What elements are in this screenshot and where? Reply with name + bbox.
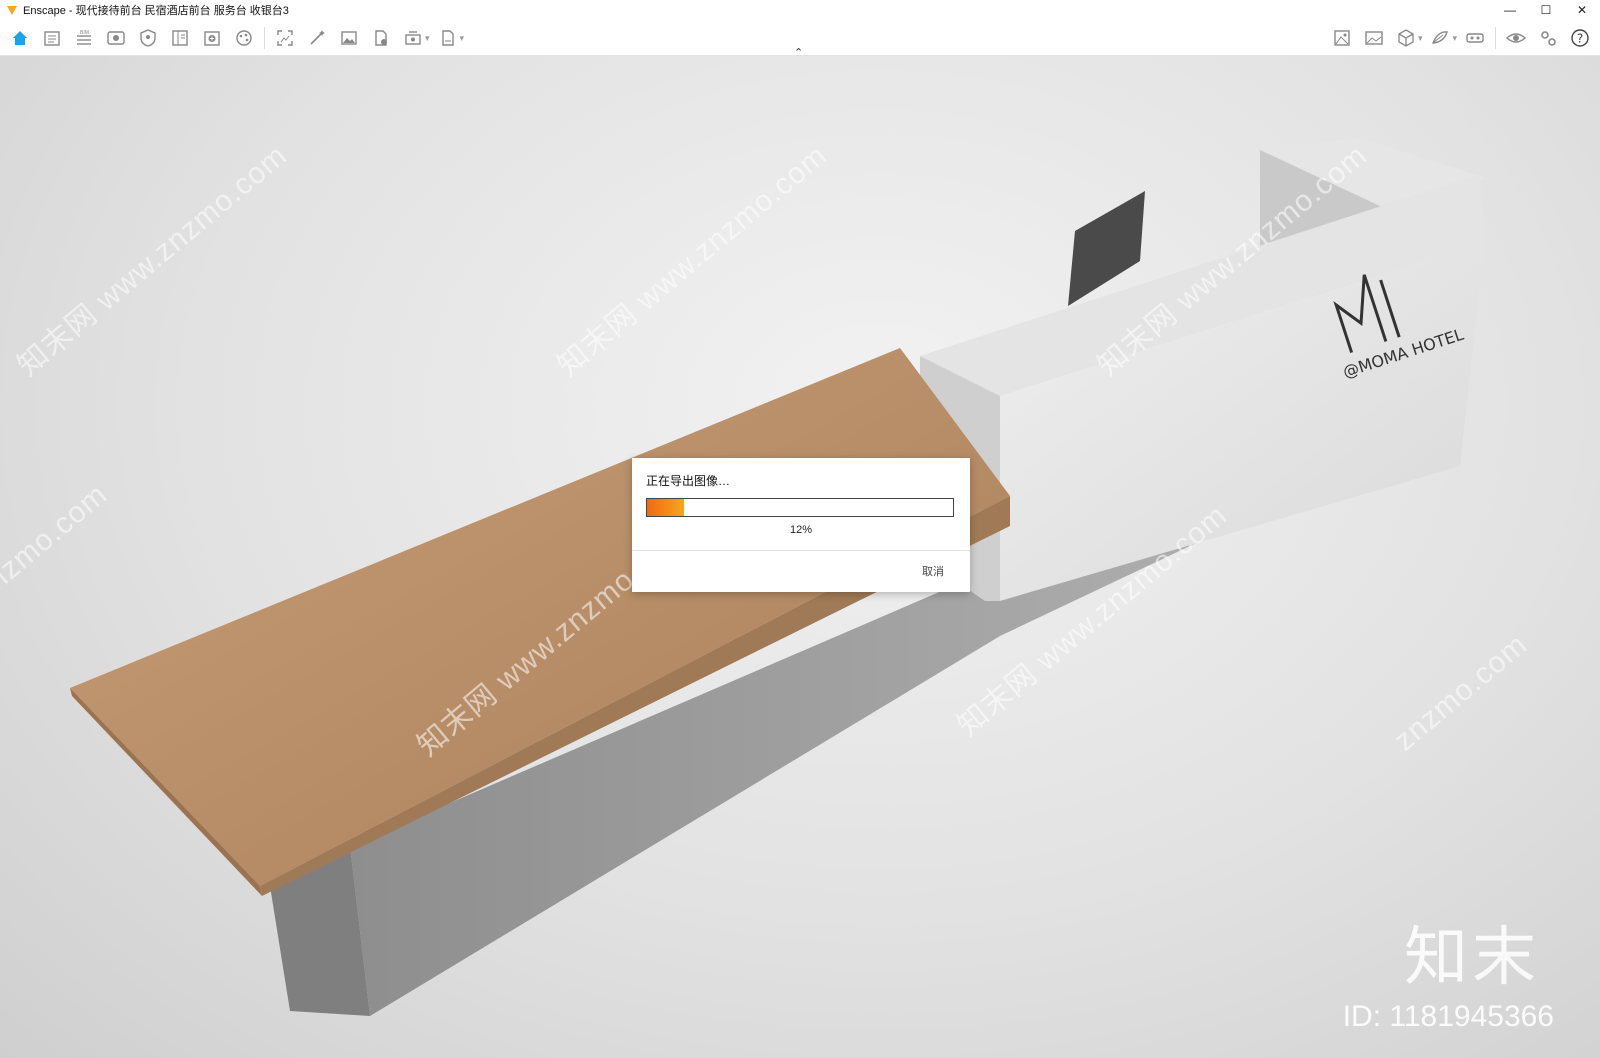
- bim-icon[interactable]: BIM: [73, 27, 95, 49]
- add-view-icon[interactable]: [201, 27, 223, 49]
- toolbar-separator: [1495, 27, 1496, 49]
- toolbar: BIM ▾ ▾ ⌃ ▾ ▾ ?: [0, 20, 1600, 59]
- title-bar: Enscape - 现代接待前台 民宿酒店前台 服务台 收银台3 — ☐ ✕: [0, 0, 1600, 20]
- magic-icon[interactable]: [306, 27, 328, 49]
- export-progress-dialog: 正在导出图像… 12% 取消: [632, 458, 970, 592]
- export-file-icon[interactable]: [370, 27, 392, 49]
- close-button[interactable]: ✕: [1564, 0, 1600, 20]
- shield-icon[interactable]: [137, 27, 159, 49]
- image-icon[interactable]: [338, 27, 360, 49]
- progress-percent: 12%: [789, 524, 813, 536]
- minimize-button[interactable]: —: [1492, 0, 1528, 20]
- settings-icon[interactable]: [1537, 27, 1559, 49]
- asset-library-icon[interactable]: [1331, 27, 1353, 49]
- progress-bar-fill: [647, 499, 684, 516]
- cube-icon[interactable]: [1395, 27, 1417, 49]
- maximize-button[interactable]: ☐: [1528, 0, 1564, 20]
- toolbar-right-group: ▾ ▾ ?: [1326, 20, 1596, 56]
- sheet-icon[interactable]: [41, 27, 63, 49]
- enscape-logo-icon: [7, 6, 17, 15]
- svg-text:?: ?: [1577, 32, 1583, 46]
- brand-id: ID: 1181945366: [1342, 1000, 1554, 1033]
- chevron-down-icon[interactable]: ▾: [1418, 33, 1423, 44]
- dialog-title: 正在导出图像…: [646, 474, 731, 488]
- material-icon[interactable]: [1429, 27, 1451, 49]
- vr-headset-icon[interactable]: [1464, 27, 1486, 49]
- book-icon[interactable]: [169, 27, 191, 49]
- progress-bar: [646, 498, 954, 517]
- toolbar-left-group: BIM ▾ ▾: [4, 20, 466, 56]
- toolbar-separator: [264, 27, 265, 49]
- batch-render-icon[interactable]: [402, 27, 424, 49]
- visibility-icon[interactable]: [1505, 27, 1527, 49]
- gallery-icon[interactable]: [1363, 27, 1385, 49]
- eye-view-icon[interactable]: [105, 27, 127, 49]
- palette-icon[interactable]: [233, 27, 255, 49]
- window-title: Enscape - 现代接待前台 民宿酒店前台 服务台 收银台3: [23, 5, 289, 17]
- capture-icon[interactable]: [274, 27, 296, 49]
- chevron-down-icon[interactable]: ▾: [425, 33, 430, 44]
- cancel-button[interactable]: 取消: [922, 563, 944, 579]
- dialog-divider: [632, 550, 970, 551]
- help-icon[interactable]: ?: [1569, 27, 1591, 49]
- export-doc-icon[interactable]: [437, 27, 459, 49]
- svg-text:BIM: BIM: [80, 30, 89, 36]
- home-icon[interactable]: [9, 27, 31, 49]
- chevron-down-icon[interactable]: ▾: [1452, 33, 1457, 44]
- chevron-down-icon[interactable]: ▾: [460, 33, 465, 44]
- brand-watermark: 知末: [1404, 921, 1540, 993]
